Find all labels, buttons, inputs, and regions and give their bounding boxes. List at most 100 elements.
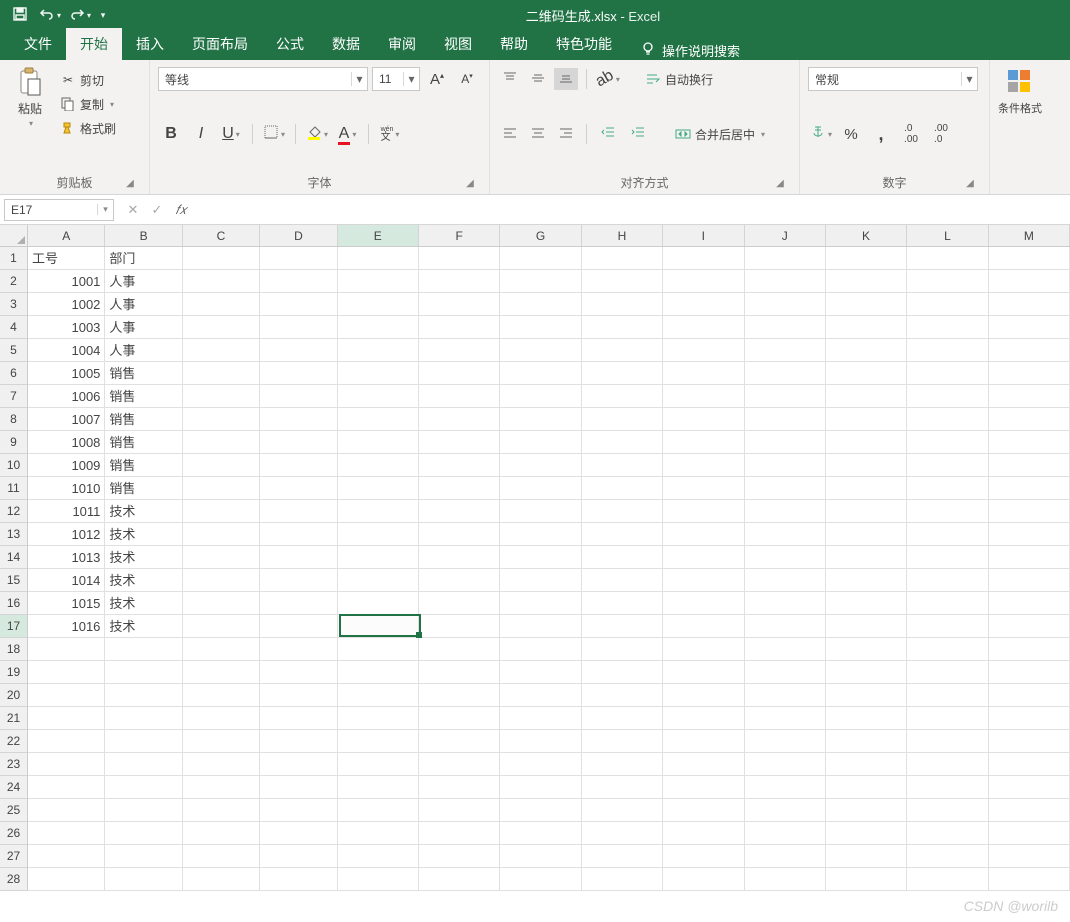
align-right-button[interactable]	[554, 123, 578, 145]
cell[interactable]: 人事	[105, 270, 182, 293]
cell[interactable]	[338, 339, 419, 362]
font-name-combo[interactable]: 等线▾	[158, 67, 368, 91]
cell[interactable]	[338, 247, 419, 270]
cell[interactable]	[989, 546, 1070, 569]
cell[interactable]	[260, 707, 337, 730]
cell[interactable]	[500, 638, 581, 661]
cell[interactable]	[989, 500, 1070, 523]
cell[interactable]	[582, 546, 663, 569]
cell[interactable]	[582, 845, 663, 868]
cell[interactable]	[500, 615, 581, 638]
cell[interactable]: 1012	[28, 523, 105, 546]
cell[interactable]	[745, 546, 826, 569]
cell[interactable]	[582, 362, 663, 385]
tab-review[interactable]: 审阅	[374, 28, 430, 60]
cell[interactable]	[907, 546, 988, 569]
column-header[interactable]: C	[183, 225, 260, 246]
cell[interactable]	[183, 523, 260, 546]
cell[interactable]	[338, 569, 419, 592]
column-header[interactable]: J	[745, 225, 826, 246]
tab-view[interactable]: 视图	[430, 28, 486, 60]
cell[interactable]	[826, 615, 907, 638]
row-header[interactable]: 14	[0, 546, 27, 569]
cell[interactable]: 1006	[28, 385, 105, 408]
cell[interactable]	[826, 868, 907, 891]
cell[interactable]	[28, 822, 105, 845]
cell[interactable]	[989, 592, 1070, 615]
cell[interactable]	[500, 431, 581, 454]
align-center-button[interactable]	[526, 123, 550, 145]
copy-button[interactable]: 复制▾	[56, 92, 120, 116]
cell[interactable]	[826, 799, 907, 822]
cell[interactable]	[663, 799, 744, 822]
cell[interactable]	[338, 431, 419, 454]
cell[interactable]	[260, 776, 337, 799]
cell[interactable]	[826, 661, 907, 684]
cell[interactable]	[260, 408, 337, 431]
cell[interactable]	[826, 339, 907, 362]
cell[interactable]	[500, 753, 581, 776]
cell[interactable]	[826, 431, 907, 454]
cell[interactable]	[260, 270, 337, 293]
cell[interactable]: 1008	[28, 431, 105, 454]
cell[interactable]	[338, 500, 419, 523]
cell[interactable]	[663, 776, 744, 799]
cell[interactable]	[419, 523, 500, 546]
cell[interactable]	[500, 339, 581, 362]
cell[interactable]: 技术	[105, 546, 182, 569]
shrink-font-button[interactable]: A▾	[454, 66, 480, 92]
column-header[interactable]: E	[338, 225, 419, 246]
worksheet-grid[interactable]: ABCDEFGHIJKLM 12345678910111213141516171…	[0, 225, 1070, 922]
cell[interactable]	[500, 454, 581, 477]
column-header[interactable]: H	[582, 225, 663, 246]
cell[interactable]	[989, 615, 1070, 638]
cell[interactable]	[500, 799, 581, 822]
cell[interactable]	[745, 477, 826, 500]
percent-button[interactable]: %	[838, 121, 864, 147]
tab-insert[interactable]: 插入	[122, 28, 178, 60]
phonetic-button[interactable]: wén文▾	[377, 121, 403, 147]
cell[interactable]	[582, 431, 663, 454]
tab-home[interactable]: 开始	[66, 28, 122, 60]
cell[interactable]	[419, 247, 500, 270]
cell[interactable]	[663, 339, 744, 362]
cell[interactable]	[419, 270, 500, 293]
cell[interactable]	[338, 753, 419, 776]
cell[interactable]	[338, 408, 419, 431]
cell[interactable]	[663, 569, 744, 592]
cell[interactable]	[183, 339, 260, 362]
cell[interactable]	[582, 868, 663, 891]
cell[interactable]	[338, 270, 419, 293]
cell[interactable]	[500, 776, 581, 799]
cell[interactable]: 1003	[28, 316, 105, 339]
number-format-combo[interactable]: 常规▾	[808, 67, 978, 91]
cell[interactable]	[826, 454, 907, 477]
cell[interactable]	[105, 799, 182, 822]
cell[interactable]	[907, 477, 988, 500]
row-header[interactable]: 27	[0, 845, 27, 868]
cell[interactable]	[745, 408, 826, 431]
cell[interactable]: 技术	[105, 523, 182, 546]
cell[interactable]: 1005	[28, 362, 105, 385]
cell[interactable]	[183, 661, 260, 684]
cell[interactable]	[745, 661, 826, 684]
cell[interactable]	[419, 431, 500, 454]
cell[interactable]	[183, 408, 260, 431]
cell[interactable]	[105, 730, 182, 753]
cell[interactable]	[183, 799, 260, 822]
cell[interactable]	[105, 707, 182, 730]
cell[interactable]	[745, 431, 826, 454]
cell[interactable]	[989, 638, 1070, 661]
cell[interactable]	[989, 661, 1070, 684]
cell[interactable]: 销售	[105, 477, 182, 500]
cell[interactable]	[582, 592, 663, 615]
cell[interactable]	[907, 730, 988, 753]
cell[interactable]	[419, 293, 500, 316]
cell[interactable]	[419, 339, 500, 362]
cell[interactable]	[663, 638, 744, 661]
conditional-format-button[interactable]: 条件格式	[998, 64, 1042, 118]
cell[interactable]	[500, 546, 581, 569]
cell[interactable]	[183, 431, 260, 454]
fill-color-button[interactable]: ▾	[304, 121, 330, 147]
cell[interactable]	[745, 454, 826, 477]
